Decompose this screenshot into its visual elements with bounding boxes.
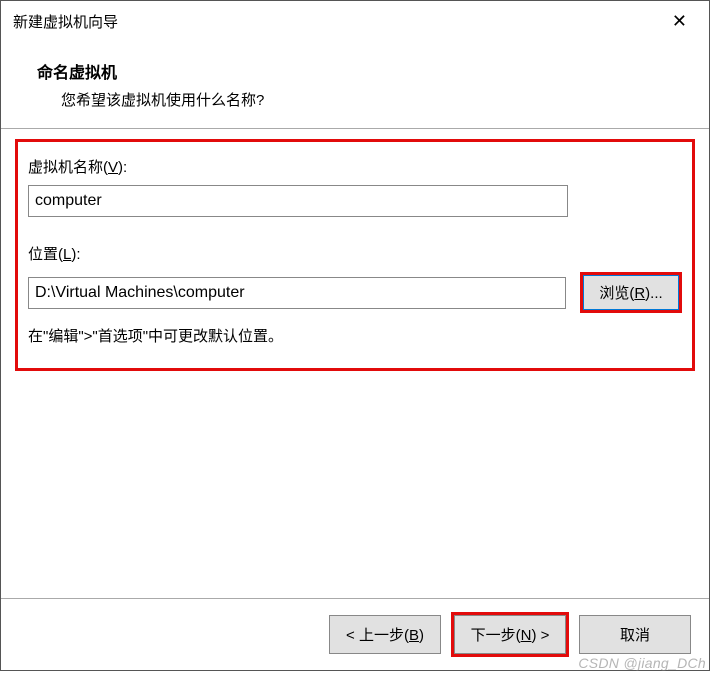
header-title: 命名虚拟机: [37, 59, 697, 83]
footer: < 上一步(B) 下一步(N) > 取消: [1, 598, 709, 670]
location-row: 浏览(R)...: [28, 272, 682, 313]
back-button[interactable]: < 上一步(B): [329, 615, 441, 654]
content-area: 虚拟机名称(V): 位置(L): 浏览(R)... 在"编辑">"首选项"中可更…: [1, 129, 709, 598]
titlebar: 新建虚拟机向导 ✕: [1, 1, 709, 41]
form-highlight: 虚拟机名称(V): 位置(L): 浏览(R)... 在"编辑">"首选项"中可更…: [15, 139, 695, 371]
location-label: 位置(L):: [28, 243, 682, 264]
close-icon[interactable]: ✕: [662, 7, 697, 36]
browse-highlight: 浏览(R)...: [580, 272, 682, 313]
vm-name-label: 虚拟机名称(V):: [28, 156, 682, 177]
next-highlight: 下一步(N) >: [451, 612, 569, 657]
wizard-window: 新建虚拟机向导 ✕ 命名虚拟机 您希望该虚拟机使用什么名称? 虚拟机名称(V):…: [0, 0, 710, 671]
window-title: 新建虚拟机向导: [13, 11, 118, 32]
header-subtitle: 您希望该虚拟机使用什么名称?: [37, 89, 697, 110]
next-button[interactable]: 下一步(N) >: [454, 615, 566, 654]
cancel-button[interactable]: 取消: [579, 615, 691, 654]
vm-name-input[interactable]: [28, 185, 568, 217]
browse-button[interactable]: 浏览(R)...: [583, 275, 679, 310]
location-input[interactable]: [28, 277, 566, 309]
hint-text: 在"编辑">"首选项"中可更改默认位置。: [28, 325, 682, 346]
wizard-header: 命名虚拟机 您希望该虚拟机使用什么名称?: [1, 41, 709, 129]
